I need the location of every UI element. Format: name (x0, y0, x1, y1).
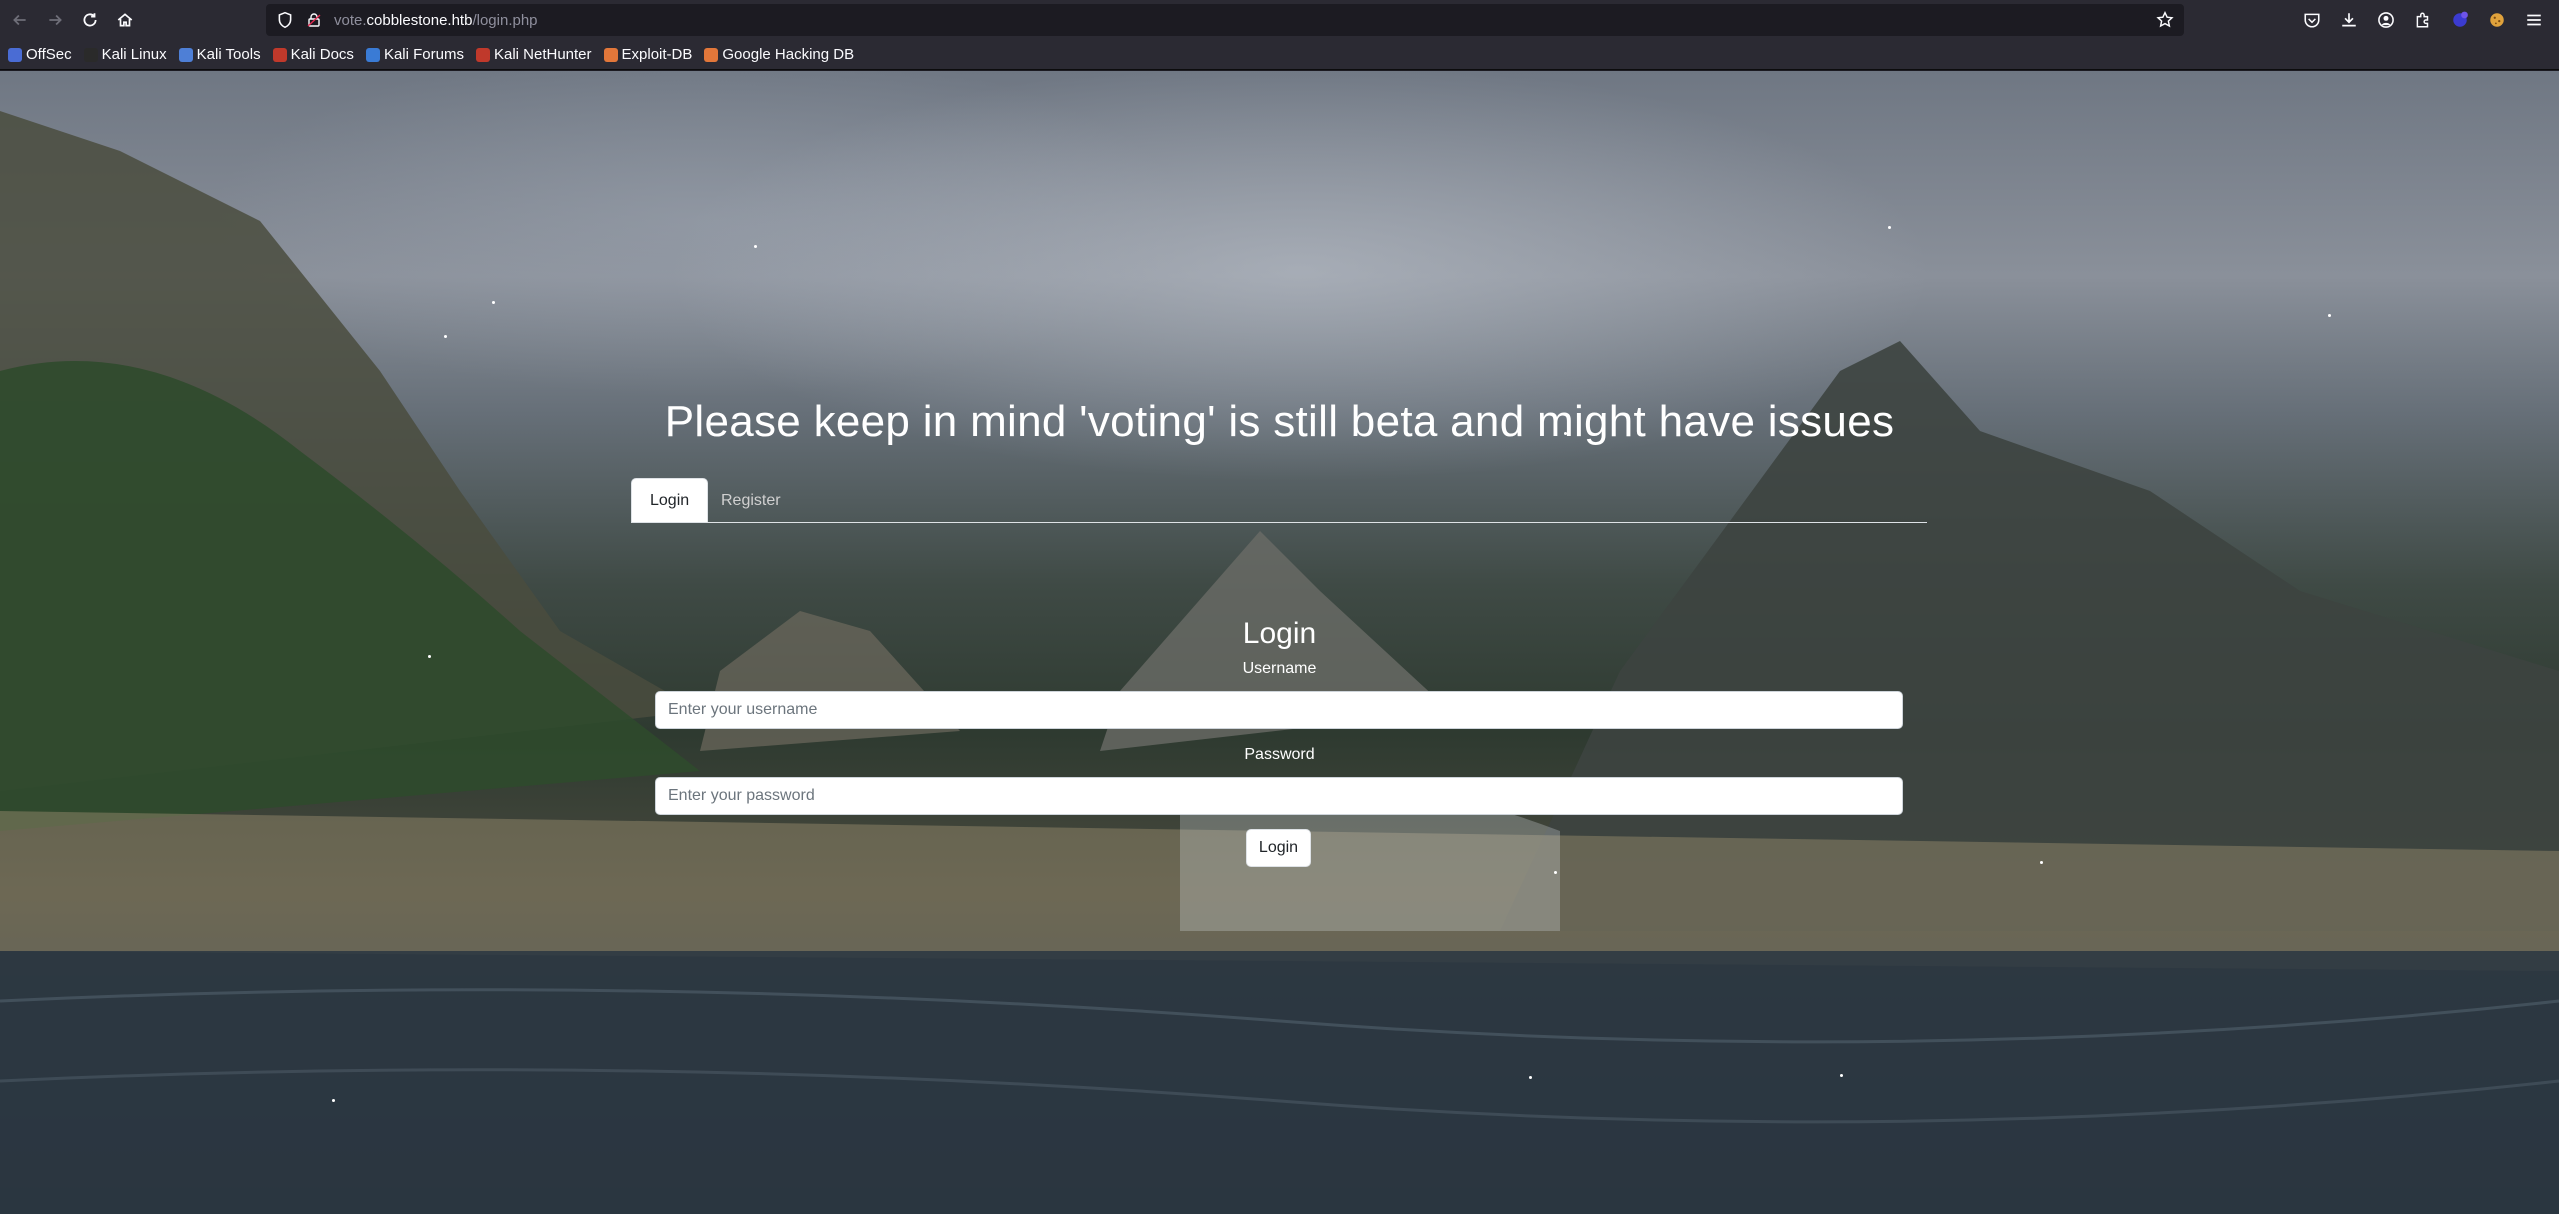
kali-tools-icon (178, 47, 193, 62)
home-icon (117, 13, 133, 27)
pocket-button[interactable] (2297, 5, 2327, 35)
auth-tabs: Login Register (631, 478, 1927, 523)
login-submit-button[interactable]: Login (1246, 829, 1311, 867)
bookmark-item[interactable]: Kali Forums (365, 46, 464, 63)
download-icon (2342, 13, 2356, 27)
tab-register[interactable]: Register (703, 478, 799, 523)
beta-notice-heading-display: Please keep in mind 'voting' is still be… (664, 397, 1895, 446)
ghdb-icon (704, 47, 719, 62)
nethunter-icon (475, 47, 490, 62)
bookmark-item[interactable]: Google Hacking DB (704, 46, 854, 63)
home-button[interactable] (110, 5, 140, 35)
puzzle-icon (2416, 12, 2429, 28)
account-button[interactable] (2371, 5, 2401, 35)
kali-icon (83, 47, 98, 62)
bookmark-item[interactable]: OffSec (8, 46, 72, 63)
address-bar[interactable]: vote.cobblestone.htb/login.php (266, 4, 2184, 36)
extensions-button[interactable] (2408, 5, 2438, 35)
bookmark-label: Kali Linux (101, 46, 167, 63)
pocket-icon (2304, 13, 2320, 28)
bookmark-label: Google Hacking DB (722, 46, 855, 63)
bookmark-label: Kali Tools (196, 46, 261, 63)
form-title: Login (1242, 617, 1317, 650)
extension-badge-button[interactable] (2445, 5, 2475, 35)
url-domain: cobblestone.htb (366, 11, 473, 29)
bookmark-star-icon[interactable] (2156, 11, 2174, 29)
bookmark-item[interactable]: Kali Tools (178, 46, 261, 63)
back-button[interactable] (5, 5, 35, 35)
extension-badge-icon (2453, 11, 2468, 27)
toolbar-right (2297, 5, 2549, 35)
username-input[interactable] (655, 691, 1903, 729)
shield-icon[interactable] (276, 11, 294, 29)
url-subdomain: vote. (334, 11, 367, 29)
bookmark-item[interactable]: Kali Docs (272, 46, 354, 63)
account-icon (2378, 12, 2394, 28)
bookmark-label: Kali Docs (290, 46, 354, 63)
password-label: Password (1244, 746, 1315, 763)
bookmark-label: Kali Forums (383, 46, 464, 63)
arrow-left-icon (13, 14, 26, 26)
reload-icon (83, 13, 97, 27)
bookmark-label: Kali NetHunter (493, 46, 592, 63)
bookmark-item[interactable]: Exploit-DB (603, 46, 693, 63)
reload-button[interactable] (75, 5, 105, 35)
hamburger-menu-icon (2527, 14, 2541, 26)
lock-icon[interactable] (306, 11, 322, 29)
arrow-right-icon (49, 14, 62, 26)
cookie-extension-button[interactable] (2482, 5, 2512, 35)
bookmark-item[interactable]: Kali NetHunter (475, 46, 592, 63)
username-label: Username (1242, 660, 1317, 677)
cookie-icon (2490, 13, 2504, 27)
bookmark-label: OffSec (26, 46, 72, 63)
bookmark-label: Exploit-DB (621, 46, 693, 63)
password-input[interactable] (655, 777, 1903, 815)
browser-toolbar: vote.cobblestone.htb/login.php (0, 0, 2559, 40)
downloads-button[interactable] (2334, 5, 2364, 35)
kali-forums-icon (365, 47, 380, 62)
forward-button[interactable] (40, 5, 70, 35)
menu-button[interactable] (2519, 5, 2549, 35)
bookmarks-bar: OffSec Kali Linux Kali Tools Kali Docs Kali … (0, 40, 2559, 70)
bookmark-item[interactable]: Kali Linux (83, 46, 167, 63)
url-text: vote.cobblestone.htb/login.php (334, 12, 538, 29)
exploitdb-icon (603, 47, 618, 62)
url-path: /login.php (472, 11, 538, 29)
tab-login[interactable]: Login (631, 478, 709, 523)
kali-docs-icon (272, 47, 287, 62)
offsec-icon (8, 47, 22, 62)
